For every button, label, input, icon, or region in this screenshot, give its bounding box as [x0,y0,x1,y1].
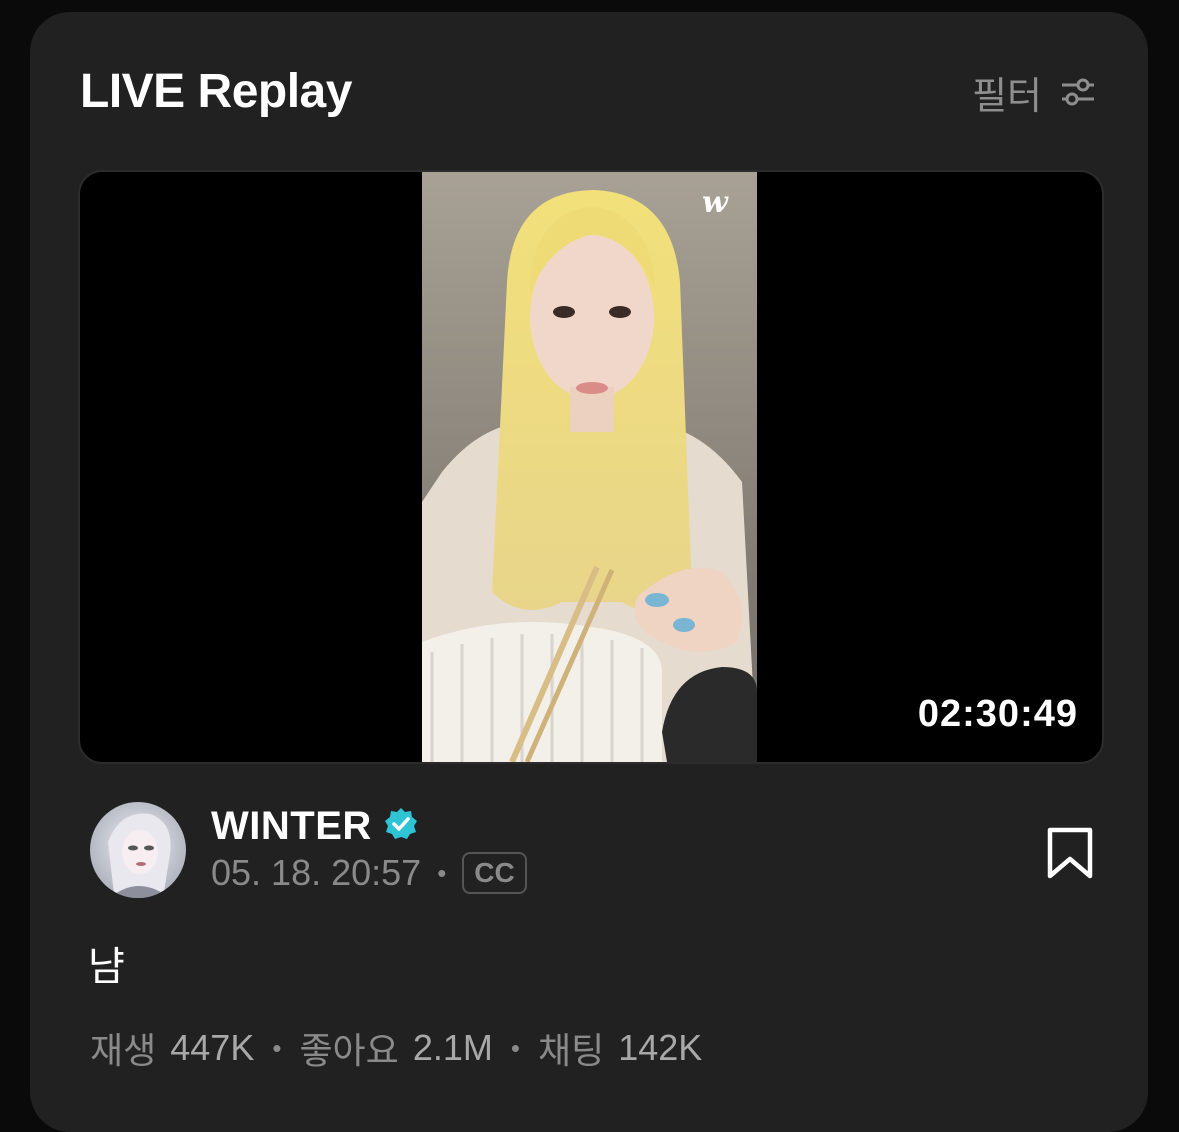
filter-button[interactable]: 필터 [972,64,1096,120]
video-frame-image: w [422,172,757,762]
separator-dot: • [437,857,447,888]
section-title: LIVE Replay [80,65,352,118]
separator-dot: • [510,1032,520,1063]
bookmark-icon[interactable] [1042,826,1098,882]
post-datetime: 05. 18. 20:57 [211,852,422,893]
video-thumbnail[interactable]: w 02:30:49 [78,170,1104,764]
author-row[interactable]: WINTER [211,804,418,849]
video-duration: 02:30:49 [917,693,1078,735]
post-stats: 재생 447K • 좋아요 2.1M • 채팅 142K [90,1022,702,1074]
filter-label: 필터 [972,75,1042,118]
live-replay-card: LIVE Replay 필터 w 02:30:49 WINTER 05. 18.… [30,12,1148,1132]
stat-likes-value: 2.1M [412,1027,493,1068]
stat-likes-label: 좋아요 [299,1030,399,1071]
stat-chats-value: 142K [618,1027,703,1068]
stat-plays-label: 재생 [90,1030,157,1071]
svg-text:w: w [702,185,729,220]
sliders-icon [1060,77,1096,107]
separator-dot: • [272,1032,282,1063]
verified-badge-icon [384,807,418,846]
stat-chats-label: 채팅 [537,1030,605,1071]
post-meta: 05. 18. 20:57 • CC [211,852,527,894]
stat-plays-value: 447K [170,1027,255,1068]
cc-badge: CC [462,852,527,894]
post-text: 냠 [88,945,125,989]
author-name: WINTER [211,804,372,848]
avatar[interactable] [90,802,186,898]
